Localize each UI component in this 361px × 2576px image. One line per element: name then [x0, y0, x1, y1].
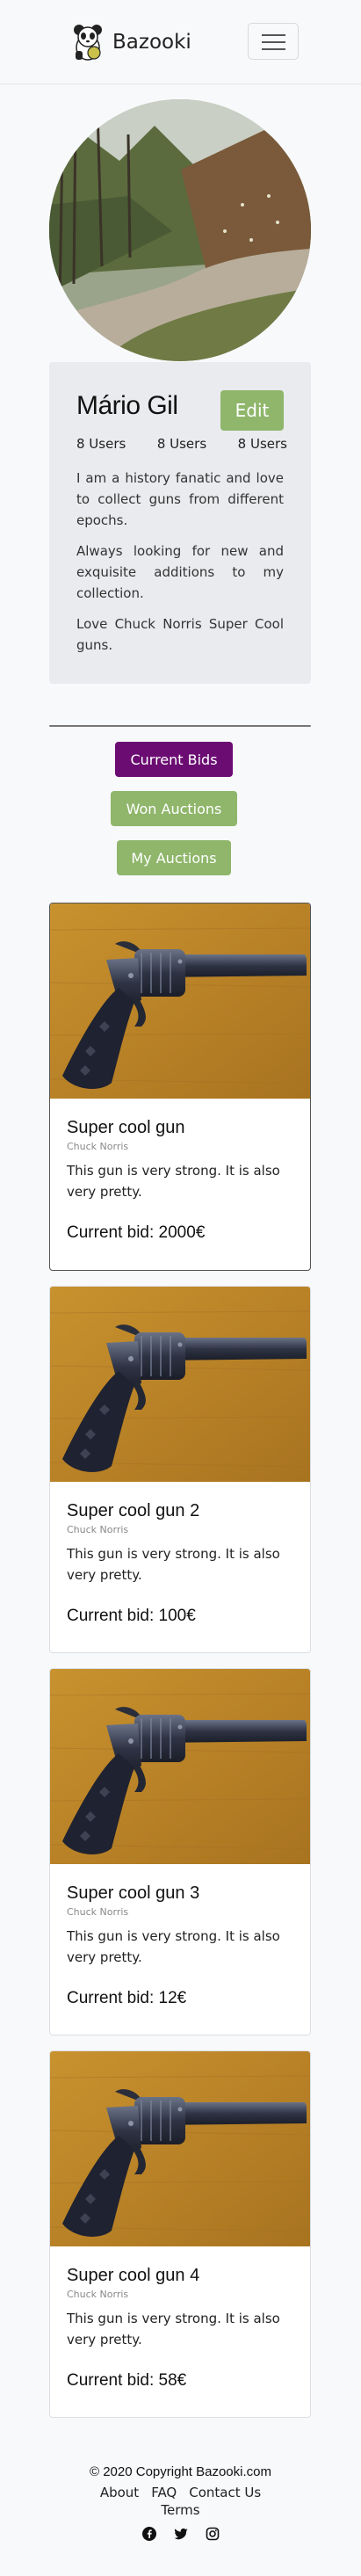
auction-card[interactable]: Super cool gun Chuck Norris This gun is …	[49, 903, 311, 1271]
facebook-icon[interactable]	[141, 2527, 156, 2541]
auction-title: Super cool gun 3	[67, 1883, 200, 1903]
revolver-image	[50, 1287, 310, 1482]
revolver-image	[50, 2051, 310, 2246]
copyright-text: © 2020 Copyright Bazooki.com	[90, 2464, 271, 2479]
edit-profile-button[interactable]: Edit	[220, 390, 284, 431]
auction-current-bid: Current bid: 2000€	[67, 1223, 206, 1242]
footer-link-about[interactable]: About	[100, 2485, 139, 2500]
auction-current-bid: Current bid: 100€	[67, 1607, 196, 1625]
auction-card[interactable]: Super cool gun 4 Chuck Norris This gun i…	[49, 2050, 311, 2418]
forest-road-image	[49, 99, 311, 361]
stat-users-2[interactable]: 8 Users	[157, 436, 206, 452]
twitter-icon[interactable]	[173, 2527, 188, 2541]
footer-links: About FAQ Contact Us	[0, 2485, 361, 2500]
profile-name: Mário Gil	[76, 391, 178, 420]
auction-card[interactable]: Super cool gun 2 Chuck Norris This gun i…	[49, 1286, 311, 1653]
auction-seller: Chuck Norris	[67, 1141, 129, 1152]
profile-stats: 8 Users 8 Users 8 Users	[76, 436, 287, 452]
profile-card: Mário Gil Edit 8 Users 8 Users 8 Users I…	[49, 362, 311, 684]
panda-logo	[74, 25, 102, 61]
auction-card[interactable]: Super cool gun 3 Chuck Norris This gun i…	[49, 1668, 311, 2035]
social-links	[0, 2527, 361, 2541]
auction-seller: Chuck Norris	[67, 2289, 129, 2300]
auction-seller: Chuck Norris	[67, 1906, 129, 1918]
auction-seller: Chuck Norris	[67, 1524, 129, 1535]
revolver-image	[50, 1669, 310, 1864]
navbar: Bazooki	[0, 0, 361, 84]
won-auctions-button[interactable]: Won Auctions	[111, 791, 237, 826]
brand-link[interactable]: Bazooki	[69, 21, 191, 63]
auction-title: Super cool gun	[67, 1118, 185, 1137]
menu-toggle-button[interactable]	[248, 23, 299, 60]
auction-title: Super cool gun 4	[67, 2266, 200, 2285]
footer-link-contact[interactable]: Contact Us	[189, 2485, 261, 2500]
auction-description: This gun is very strong. It is also very…	[67, 2311, 280, 2347]
profile-cover-image	[49, 99, 311, 361]
bio-paragraph: Always looking for new and exquisite add…	[76, 543, 284, 601]
auction-description: This gun is very strong. It is also very…	[67, 1928, 280, 1965]
instagram-icon[interactable]	[206, 2527, 220, 2541]
auction-current-bid: Current bid: 58€	[67, 2371, 187, 2390]
brand-name: Bazooki	[112, 31, 191, 54]
auction-description: This gun is very strong. It is also very…	[67, 1546, 280, 1583]
revolver-image	[50, 903, 310, 1099]
bio-paragraph: I am a history fanatic and love to colle…	[76, 470, 284, 528]
bio-paragraph: Love Chuck Norris Super Cool guns.	[76, 616, 284, 653]
current-bids-button[interactable]: Current Bids	[115, 742, 233, 777]
hamburger-icon	[262, 34, 285, 36]
my-auctions-button[interactable]: My Auctions	[117, 840, 231, 875]
auction-current-bid: Current bid: 12€	[67, 1989, 187, 2007]
auction-title: Super cool gun 2	[67, 1501, 200, 1520]
stat-users-3[interactable]: 8 Users	[238, 436, 287, 452]
stat-users-1[interactable]: 8 Users	[76, 436, 126, 452]
profile-bio: I am a history fanatic and love to colle…	[76, 468, 284, 665]
section-divider	[49, 725, 311, 727]
footer-link-terms[interactable]: Terms	[0, 2502, 361, 2518]
auction-description: This gun is very strong. It is also very…	[67, 1163, 280, 1200]
footer-link-faq[interactable]: FAQ	[151, 2485, 177, 2500]
